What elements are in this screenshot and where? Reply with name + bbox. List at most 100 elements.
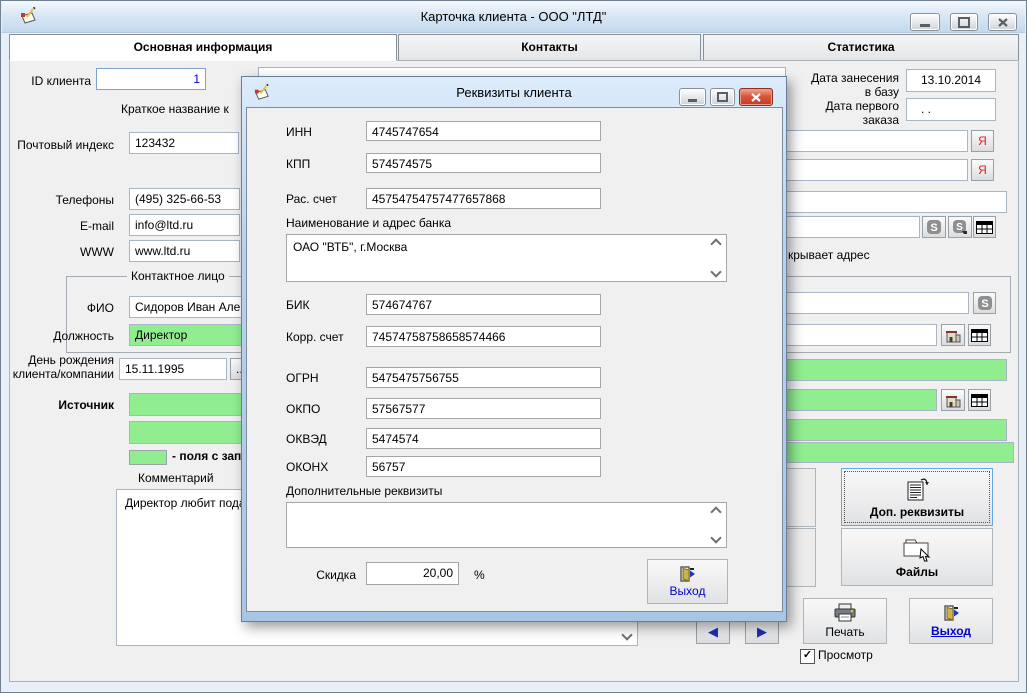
app-icon [19,7,38,26]
okved-input[interactable]: 5474574 [366,428,601,449]
dialog-title: Реквизиты клиента [456,85,572,100]
dialog-titlebar: Реквизиты клиента [244,79,784,106]
files-button[interactable]: Файлы [841,528,993,586]
skype-button-2[interactable]: S [973,292,996,314]
source-label: Источник [58,398,114,412]
kpp-input[interactable]: 574574575 [366,153,601,173]
tab-statistics[interactable]: Статистика [703,34,1019,61]
maximize-icon [717,92,728,102]
date-added-input[interactable]: 13.10.2014 [906,69,996,92]
printer-icon [834,603,856,622]
skype-call-icon: S [952,219,967,234]
scroll-down-icon [621,629,633,641]
building-button-2[interactable] [941,389,965,411]
dialog-body: ИНН 4745747654 КПП 574574575 Рас. счет 4… [246,107,783,612]
bik-input[interactable]: 574674767 [366,294,601,315]
birthday-input[interactable]: 15.11.1995 [119,358,227,380]
main-exit-label: Выход [930,623,972,638]
folder-cursor-icon [903,539,931,561]
yandex-button-2[interactable]: Я [971,159,994,181]
first-order-input[interactable]: . . [906,98,996,121]
address-hint-fragment: крывает адрес [788,248,870,262]
bank-scroll-down[interactable] [709,266,723,278]
minimize-icon [688,98,697,102]
dialog-maximize-button[interactable] [710,88,735,106]
scroll-up-icon [710,238,722,250]
dialog-close-button[interactable] [739,88,773,106]
exit-door-icon [680,565,695,582]
inn-label: ИНН [286,125,312,139]
preview-checkbox-label: Просмотр [818,648,873,662]
okonh-label: ОКОНХ [286,460,329,474]
account-input[interactable]: 45754754757477657868 [366,188,601,209]
extra-requisites-button[interactable]: Доп. реквизиты [841,468,993,526]
id-label: ID клиента [31,74,91,88]
bank-scroll-up[interactable] [709,238,723,250]
skype-icon: S [927,220,941,234]
minimize-button[interactable] [910,13,940,31]
maximize-button[interactable] [950,13,978,31]
tab-label: Статистика [827,40,895,54]
table-button-2[interactable] [968,324,991,346]
checkmark-icon: ✓ [802,649,813,661]
tab-contacts[interactable]: Контакты [398,34,701,61]
minimize-icon [920,23,930,27]
tab-main-info[interactable]: Основная информация [9,34,397,61]
postal-input[interactable]: 123432 [129,132,239,154]
requisites-dialog: Реквизиты клиента ИНН 4745747654 КПП 574… [241,76,787,622]
ogrn-input[interactable]: 5475475756755 [366,367,601,388]
table-button-3[interactable] [968,389,991,411]
main-exit-button[interactable]: Выход [909,598,993,644]
skype-button-1[interactable]: S [922,216,946,238]
extra-requisites-label: Дополнительные реквизиты [286,484,443,498]
comment-scroll-down[interactable] [620,629,634,641]
birthday-label-line1: День рождения [28,353,114,367]
yandex-button-1[interactable]: Я [971,130,994,152]
extra-requisites-textarea[interactable] [286,502,727,548]
id-input[interactable]: 1 [96,68,206,90]
phones-input[interactable]: (495) 325-66-53 [129,188,240,210]
tab-label: Основная информация [133,40,273,54]
preview-checkbox[interactable]: ✓ [800,649,815,664]
birthday-label-line2: клиента/компании [12,367,114,381]
maximize-icon [958,16,970,28]
email-input[interactable]: info@ltd.ru [129,214,240,236]
dialog-minimize-button[interactable] [679,88,706,106]
www-input[interactable]: www.ltd.ru [129,240,240,262]
main-window-title: Карточка клиента - ООО "ЛТД" [420,9,607,24]
discount-input[interactable]: 20,00 [366,562,459,585]
main-titlebar: Карточка клиента - ООО "ЛТД" [2,1,1025,33]
okved-label: ОКВЭД [286,432,327,446]
corr-label: Корр. счет [286,330,344,344]
tab-label: Контакты [521,40,578,54]
scroll-down-icon [710,532,722,544]
inn-input[interactable]: 4745747654 [366,121,601,141]
print-button[interactable]: Печать [803,598,887,644]
prev-record-button[interactable]: ◀ [696,619,730,644]
extra-scroll-up[interactable] [709,506,723,518]
skype-call-button[interactable]: S [948,216,972,238]
discount-label: Скидка [316,568,356,582]
bank-label: Наименование и адрес банка [286,216,451,230]
next-record-button[interactable]: ▶ [745,619,779,644]
extra-scroll-down[interactable] [709,532,723,544]
dialog-exit-button[interactable]: Выход [647,559,728,604]
table-button-1[interactable] [973,216,996,238]
building-icon [946,395,961,407]
close-icon [997,17,1008,27]
bank-textarea[interactable]: ОАО "ВТБ", г.Москва [286,234,727,282]
www-label: WWW [80,245,114,259]
fio-label: ФИО [86,301,114,315]
okonh-input[interactable]: 56757 [366,456,601,477]
comment-label: Комментарий [138,471,214,485]
svg-text:S: S [956,222,963,233]
okpo-input[interactable]: 57567577 [366,398,601,419]
corr-input[interactable]: 74574758758658574466 [366,326,601,347]
app-icon [253,84,271,102]
close-button[interactable] [988,13,1017,31]
bik-label: БИК [286,298,310,312]
extra-requisites-label: Доп. реквизиты [869,504,965,519]
building-button-1[interactable] [941,324,965,346]
building-icon [946,330,961,342]
document-icon [907,478,929,500]
